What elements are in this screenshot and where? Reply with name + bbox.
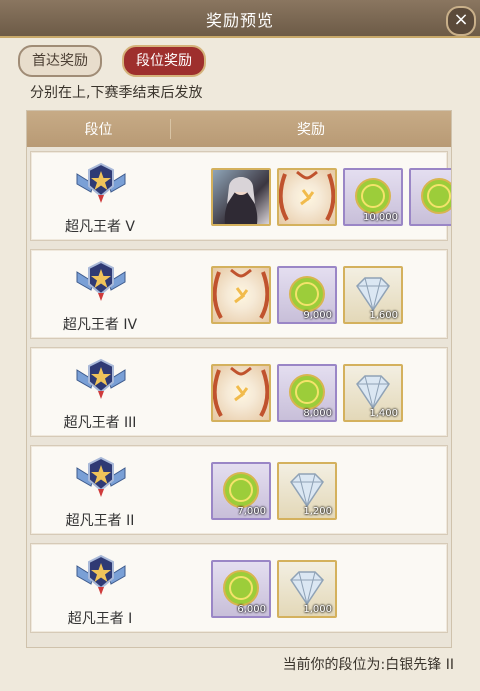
gold-coin-icon[interactable]: 10,000 bbox=[343, 168, 403, 226]
table-header: 段位 奖励 bbox=[27, 111, 451, 147]
reward-quantity: 6,000 bbox=[237, 604, 266, 615]
reward-row: 超凡王者 II 7,000 1,200 bbox=[30, 445, 448, 535]
treasure-chest-icon[interactable] bbox=[277, 168, 337, 226]
gold-coin-icon[interactable]: 6,000 bbox=[211, 560, 271, 618]
tab-rank-rewards[interactable]: 段位奖励 bbox=[122, 45, 206, 77]
reward-quantity: 7,000 bbox=[237, 506, 266, 517]
reward-rows[interactable]: 超凡王者 V 10,000 超凡王者 IV 9,000 1,600 超凡王者 III 8,0… bbox=[27, 147, 451, 633]
reward-row: 超凡王者 III 8,000 1,400 bbox=[30, 347, 448, 437]
reward-quantity: 8,000 bbox=[303, 408, 332, 419]
rank-emblem-icon bbox=[73, 162, 129, 206]
gold-coin-icon[interactable]: 7,000 bbox=[211, 462, 271, 520]
reward-column-header: 奖励 bbox=[297, 122, 325, 138]
rank-name: 超凡王者 II bbox=[65, 513, 135, 529]
reward-items: 7,000 1,200 bbox=[211, 462, 337, 520]
rank-emblem-icon bbox=[73, 554, 129, 598]
rank-cell: 超凡王者 I bbox=[31, 544, 169, 632]
reward-row: 超凡王者 V 10,000 bbox=[30, 151, 451, 241]
close-button[interactable]: × bbox=[446, 6, 476, 36]
rank-cell: 超凡王者 III bbox=[31, 348, 169, 436]
reward-items: 10,000 bbox=[211, 168, 451, 226]
current-rank-text: 当前你的段位为:白银先锋 II bbox=[282, 657, 454, 673]
reward-quantity: 1,000 bbox=[303, 604, 332, 615]
rank-name: 超凡王者 I bbox=[67, 611, 133, 627]
character-portrait-icon[interactable] bbox=[211, 168, 271, 226]
reward-quantity: 9,000 bbox=[303, 310, 332, 321]
rank-emblem-icon bbox=[73, 456, 129, 500]
rank-cell: 超凡王者 IV bbox=[31, 250, 169, 338]
reward-row: 超凡王者 IV 9,000 1,600 bbox=[30, 249, 448, 339]
reward-quantity: 1,600 bbox=[369, 310, 398, 321]
rank-column-header: 段位 bbox=[27, 119, 171, 139]
diamond-icon[interactable]: 1,200 bbox=[277, 462, 337, 520]
rank-name: 超凡王者 V bbox=[64, 219, 136, 235]
title-bar: 奖励预览 bbox=[0, 0, 480, 38]
reward-table: 段位 奖励 超凡王者 V 10,000 超凡王者 IV 9,000 1,600 超凡王者 … bbox=[26, 110, 452, 648]
treasure-chest-icon[interactable] bbox=[211, 364, 271, 422]
rank-name: 超凡王者 III bbox=[63, 415, 137, 431]
diamond-icon[interactable]: 1,000 bbox=[277, 560, 337, 618]
rank-emblem-icon bbox=[73, 260, 129, 304]
reward-row: 超凡王者 I 6,000 1,000 bbox=[30, 543, 448, 633]
reward-quantity: 1,400 bbox=[369, 408, 398, 419]
gold-coin-icon[interactable]: 8,000 bbox=[277, 364, 337, 422]
rank-emblem-icon bbox=[73, 358, 129, 402]
window-title: 奖励预览 bbox=[205, 11, 274, 30]
reward-items: 9,000 1,600 bbox=[211, 266, 403, 324]
diamond-icon[interactable]: 1,400 bbox=[343, 364, 403, 422]
reward-items: 8,000 1,400 bbox=[211, 364, 403, 422]
rank-cell: 超凡王者 V bbox=[31, 152, 169, 240]
diamond-icon[interactable]: 1,600 bbox=[343, 266, 403, 324]
rank-name: 超凡王者 IV bbox=[62, 317, 138, 333]
rank-cell: 超凡王者 II bbox=[31, 446, 169, 534]
gold-coin-icon[interactable]: 9,000 bbox=[277, 266, 337, 324]
reward-quantity: 1,200 bbox=[303, 506, 332, 517]
reward-items: 6,000 1,000 bbox=[211, 560, 337, 618]
reward-quantity: 10,000 bbox=[363, 212, 398, 223]
gold-coin-icon[interactable] bbox=[409, 168, 451, 226]
tab-first-reach-rewards[interactable]: 首达奖励 bbox=[18, 45, 102, 77]
treasure-chest-icon[interactable] bbox=[211, 266, 271, 324]
reward-schedule-note: 分别在上,下赛季结束后发放 bbox=[30, 85, 203, 101]
